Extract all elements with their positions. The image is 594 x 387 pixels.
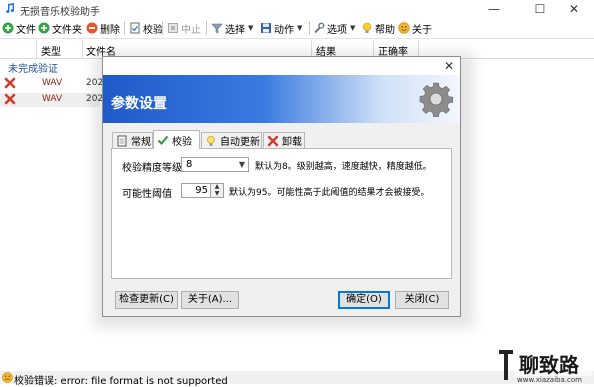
precision-value: 8: [186, 159, 193, 170]
toolbar-divider: [309, 21, 310, 35]
precision-label: 校验精度等级: [122, 163, 182, 174]
bulb-icon: [205, 135, 217, 147]
chevron-down-icon: ▼: [350, 24, 356, 32]
add-file-icon: [2, 22, 14, 34]
status-text: 校验错误: error: file format is not supporte…: [14, 376, 228, 387]
title-bar: 无损音乐校验助手 — ☐ ✕: [0, 0, 594, 18]
folder-button[interactable]: 文件夹: [38, 20, 82, 36]
precision-hint: 默认为8。级别越高，速度越快，精度越低。: [255, 162, 432, 172]
close-icon: ✕: [568, 2, 580, 16]
row-type: WAV: [42, 94, 63, 104]
threshold-label: 可能性阈值: [122, 189, 172, 200]
add-folder-icon: [38, 22, 50, 34]
close-icon: ✕: [443, 59, 454, 73]
group-label: 未完成验证: [8, 64, 58, 75]
check-icon: [157, 134, 169, 146]
dialog-titlebar: ✕: [103, 57, 460, 75]
toolbar-divider: [162, 21, 163, 35]
smiley-icon: [398, 22, 410, 34]
threshold-spinner[interactable]: 95 ▲ ▼: [181, 183, 224, 198]
site-watermark: 聊致路 www.xiazaiba.com: [497, 348, 594, 384]
verify-button[interactable]: 校验: [129, 20, 163, 36]
chevron-down-icon: ▼: [214, 190, 220, 197]
column-header-type[interactable]: 类型: [41, 43, 61, 58]
maximize-icon: ☐: [534, 2, 546, 16]
dialog-title: 参数设置: [111, 96, 167, 112]
column-divider: [82, 40, 83, 58]
spin-down-button[interactable]: ▼: [211, 191, 223, 197]
error-x-icon: [4, 93, 16, 105]
options-menu-button[interactable]: 选项 ▼: [313, 20, 355, 36]
precision-select[interactable]: 8 ▼: [181, 157, 249, 172]
chevron-up-icon: ▲: [214, 183, 220, 190]
spinner-buttons: ▲ ▼: [210, 184, 223, 197]
column-divider: [36, 40, 37, 58]
chevron-down-icon: ▼: [297, 24, 303, 32]
wrench-icon: [313, 22, 325, 34]
svg-text:聊致路: 聊致路: [519, 353, 580, 377]
dialog-close-button[interactable]: ✕: [444, 59, 454, 73]
ok-button[interactable]: 确定(O): [338, 291, 390, 309]
gear-icon: [419, 82, 454, 117]
stop-button[interactable]: 中止: [167, 20, 201, 36]
dialog-banner: 参数设置: [103, 75, 460, 123]
row-type: WAV: [42, 78, 63, 88]
toolbar-divider: [206, 21, 207, 35]
threshold-value: 95: [195, 185, 208, 196]
dialog-about-button[interactable]: 关于(A)...: [181, 291, 239, 309]
select-menu-button[interactable]: 选择 ▼: [211, 20, 253, 36]
save-disk-icon: [260, 22, 272, 34]
settings-dialog: ✕ 参数设置 常规 校验 自动更新 卸载 校验精度等级 8 ▼ 默认为8。级别越…: [102, 56, 461, 317]
warning-face-icon: [2, 372, 13, 383]
close-button[interactable]: ✕: [554, 0, 594, 18]
tab-verify[interactable]: 校验: [153, 130, 200, 149]
x-icon: [267, 135, 279, 147]
svg-text:www.xiazaiba.com: www.xiazaiba.com: [517, 376, 582, 384]
error-x-icon: [4, 77, 16, 89]
chevron-down-icon: ▼: [248, 24, 254, 32]
lightbulb-icon: [361, 22, 373, 34]
about-button[interactable]: 关于: [398, 20, 432, 36]
minimize-button[interactable]: —: [474, 0, 514, 18]
check-update-button[interactable]: 检查更新(C): [115, 291, 178, 309]
window-title: 无损音乐校验助手: [20, 7, 100, 18]
toolbar-divider: [124, 21, 125, 35]
action-menu-button[interactable]: 动作 ▼: [260, 20, 302, 36]
help-button[interactable]: 帮助: [361, 20, 395, 36]
music-note-icon: [6, 3, 15, 13]
delete-icon: [86, 22, 98, 34]
verify-page-icon: [129, 22, 141, 34]
threshold-hint: 默认为95。可能性高于此阈值的结果才会被接受。: [229, 188, 430, 198]
watermark-logo: 聊致路 www.xiazaiba.com: [499, 350, 593, 384]
tab-general[interactable]: 常规: [112, 132, 153, 148]
file-button[interactable]: 文件: [2, 20, 36, 36]
tab-uninstall[interactable]: 卸载: [263, 132, 305, 148]
dialog-close-text-button[interactable]: 关闭(C): [395, 291, 449, 309]
toolbar: 文件 文件夹 删除 校验 中止 选择 ▼ 动作 ▼ 选项 ▼ 帮助 关于: [0, 18, 594, 39]
filter-icon: [211, 22, 223, 34]
minimize-icon: —: [488, 2, 500, 16]
chevron-down-icon: ▼: [238, 160, 245, 169]
delete-button[interactable]: 删除: [86, 20, 120, 36]
table-row[interactable]: WAV 202: [0, 93, 103, 107]
table-row[interactable]: WAV 202: [0, 77, 103, 91]
page-icon: [116, 135, 128, 147]
stop-icon: [167, 22, 179, 34]
tab-auto-update[interactable]: 自动更新: [201, 132, 262, 148]
